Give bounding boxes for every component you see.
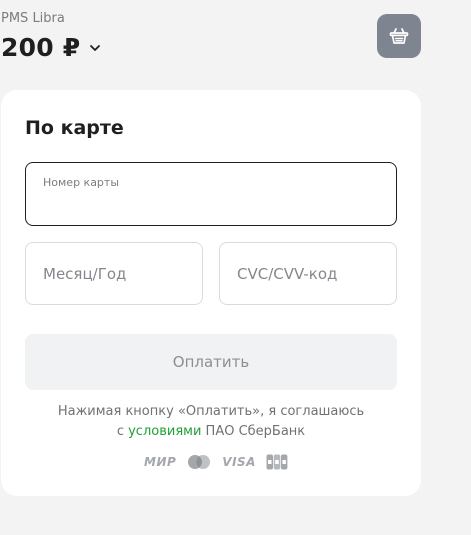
chevron-down-icon — [90, 44, 101, 51]
payment-method-title: По карте — [25, 117, 124, 139]
jcb-logo — [266, 454, 288, 470]
amount-selector[interactable]: 200 ₽ — [1, 33, 102, 62]
payment-systems: МИР VISA — [144, 454, 288, 470]
mir-logo: МИР — [144, 455, 177, 469]
cart-button[interactable] — [377, 14, 421, 58]
pay-button[interactable]: Оплатить — [25, 334, 397, 390]
agreement-suffix: ПАО СберБанк — [201, 424, 306, 439]
agreement-prefix: с — [116, 424, 129, 439]
basket-icon — [389, 28, 409, 44]
payment-page: PMS Libra 200 ₽ По карте Номер карты Мес… — [0, 0, 471, 535]
expiry-field[interactable]: Месяц/Год — [25, 242, 203, 305]
expiry-placeholder: Месяц/Год — [43, 265, 127, 283]
agreement-line-1: Нажимая кнопку «Оплатить», я соглашаюсь — [57, 404, 365, 419]
amount-value: 200 ₽ — [1, 33, 81, 62]
mastercard-logo — [186, 454, 212, 470]
cvc-field[interactable]: CVC/CVV-код — [219, 242, 397, 305]
merchant-name: PMS Libra — [1, 11, 65, 26]
card-number-label: Номер карты — [43, 176, 120, 189]
card-number-field[interactable]: Номер карты — [25, 162, 397, 226]
cvc-placeholder: CVC/CVV-код — [237, 265, 338, 283]
payment-card: По карте Номер карты Месяц/Год CVC/CVV-к… — [1, 90, 421, 496]
visa-logo: VISA — [222, 455, 256, 469]
terms-link[interactable]: условиями — [128, 424, 201, 439]
agreement-text: Нажимая кнопку «Оплатить», я соглашаюсь … — [25, 402, 397, 442]
agreement-line-2: с условиями ПАО СберБанк — [25, 422, 397, 442]
